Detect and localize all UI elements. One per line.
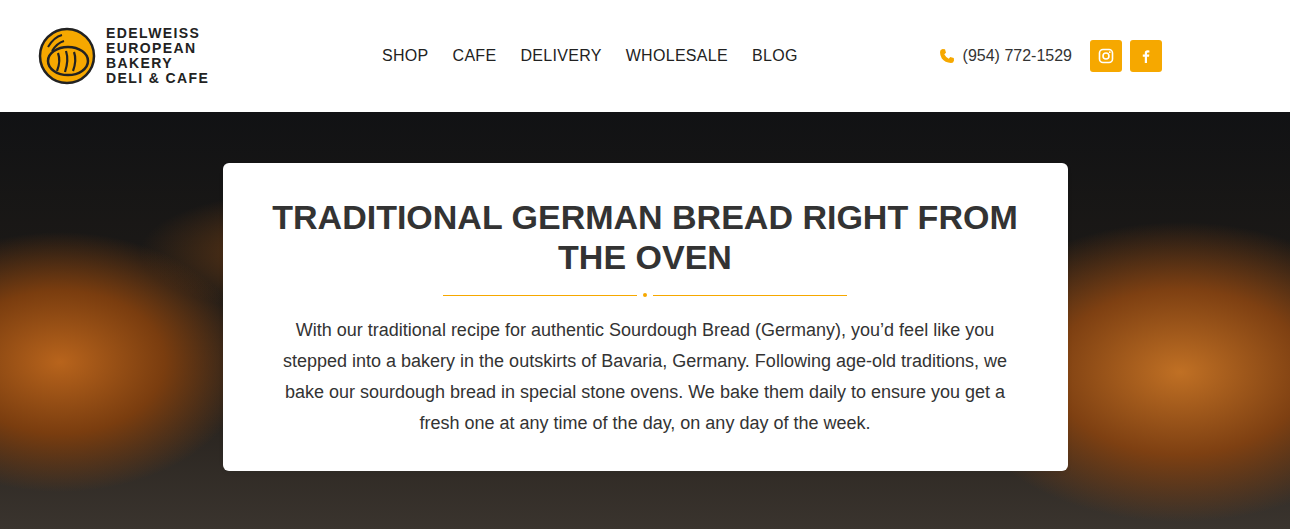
facebook-button[interactable] [1130, 40, 1162, 72]
hero-text: With our traditional recipe for authenti… [263, 315, 1028, 439]
instagram-button[interactable] [1090, 40, 1122, 72]
title-divider [263, 293, 1028, 297]
hero-title: TRADITIONAL GERMAN BREAD RIGHT FROM THE … [263, 197, 1028, 277]
nav-link[interactable]: DELIVERY [520, 44, 601, 68]
main-nav: SHOP CAFE DELIVERY WHOLESALE BLOG [382, 44, 798, 68]
contact-group: (954) 772-1529 [939, 40, 1162, 72]
brand-name: EDELWEISSEUROPEANBAKERYDELI & CAFE [106, 26, 209, 86]
nav-link[interactable]: CAFE [453, 44, 497, 68]
hero-card: TRADITIONAL GERMAN BREAD RIGHT FROM THE … [223, 163, 1068, 471]
hero-photo: TRADITIONAL GERMAN BREAD RIGHT FROM THE … [0, 112, 1290, 529]
phone-number[interactable]: (954) 772-1529 [963, 44, 1072, 68]
instagram-icon [1098, 48, 1114, 64]
facebook-icon [1138, 48, 1154, 64]
phone-link[interactable]: (954) 772-1529 [939, 44, 1082, 68]
nav-link[interactable]: WHOLESALE [626, 44, 728, 68]
brand-line: DELI & CAFE [106, 71, 209, 86]
brand-line: EDELWEISS [106, 26, 209, 41]
brand-line: EUROPEAN [106, 41, 209, 56]
nav-link[interactable]: BLOG [752, 44, 798, 68]
phone-icon [939, 48, 955, 64]
brand-line: BAKERY [106, 56, 209, 71]
site-header: EDELWEISSEUROPEANBAKERYDELI & CAFE SHOP C… [0, 0, 1290, 112]
brand-logo[interactable]: EDELWEISSEUROPEANBAKERYDELI & CAFE [38, 26, 382, 86]
nav-link[interactable]: SHOP [382, 44, 429, 68]
bread-logo-icon [38, 27, 96, 85]
